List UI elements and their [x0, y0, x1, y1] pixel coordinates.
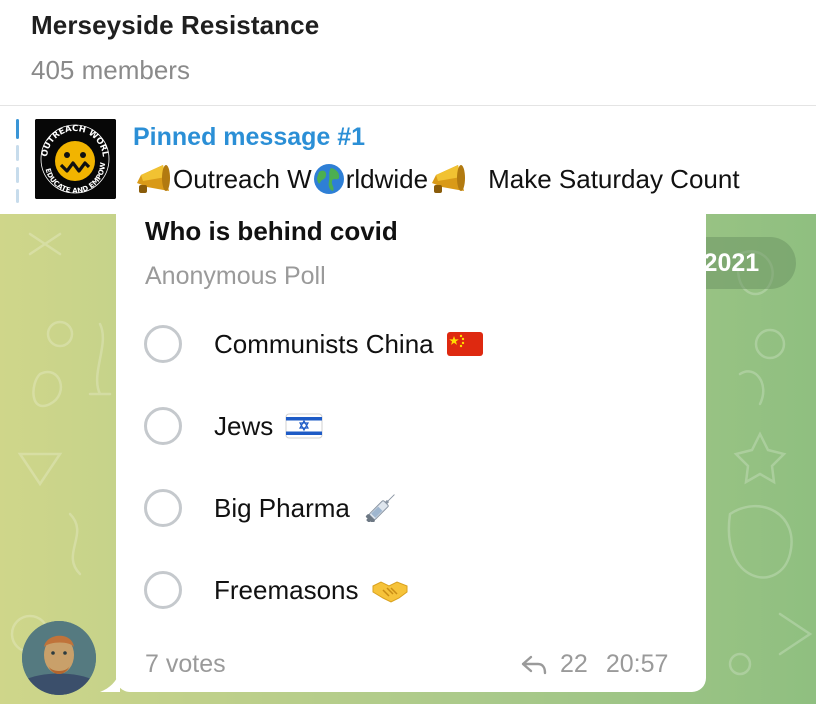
radio-button[interactable] [144, 571, 182, 609]
pinned-text-part2: rldwide [345, 163, 429, 194]
poll-message-bubble[interactable]: Who is behind covid Anonymous Poll Commu… [116, 196, 706, 692]
poll-option-label: Big Pharma [214, 492, 350, 523]
syringe-icon [365, 494, 395, 522]
radio-button[interactable] [144, 489, 182, 527]
outreach-worldwide-logo-icon: OUTREACH WORLDWIDE EDUCATE AND EMPOWER [35, 119, 116, 199]
poll-option-1[interactable]: Communists China [144, 322, 684, 366]
pinned-index-indicator [16, 119, 20, 203]
reply-arrow-icon[interactable] [520, 654, 548, 676]
message-time: 20:57 [605, 650, 669, 678]
reply-count: 22 [560, 650, 588, 678]
poll-option-3[interactable]: Big Pharma [144, 486, 684, 530]
poll-type-label: Anonymous Poll [145, 262, 326, 290]
poll-option-label: Communists China [214, 328, 434, 359]
pinned-text-part3: Make Saturday Count [488, 163, 740, 194]
megaphone-icon [432, 165, 466, 193]
poll-option-label: Freemasons [214, 574, 359, 605]
chat-title[interactable]: Merseyside Resistance [31, 10, 319, 41]
pinned-message-title: Pinned message #1 [133, 123, 366, 151]
message-meta: 22 20:57 [520, 650, 668, 679]
pinned-message-preview: Outreach W rldwide Make Saturday Count [133, 163, 740, 195]
radio-button[interactable] [144, 407, 182, 445]
globe-icon [313, 164, 344, 194]
megaphone-icon [137, 165, 170, 193]
pinned-thumbnail[interactable]: OUTREACH WORLDWIDE EDUCATE AND EMPOWER [35, 119, 116, 199]
portrait-avatar-icon [22, 621, 96, 695]
poll-question: Who is behind covid [145, 216, 398, 246]
poll-option-4[interactable]: Freemasons [144, 568, 684, 612]
china-flag-icon [446, 332, 483, 356]
chat-header[interactable]: Merseyside Resistance 405 members [0, 0, 816, 106]
israel-flag-icon [285, 413, 323, 439]
poll-option-2[interactable]: Jews [144, 404, 684, 448]
sender-avatar[interactable] [22, 621, 96, 695]
handshake-icon [372, 581, 407, 603]
poll-option-label: Jews [214, 410, 274, 441]
pinned-text-part1: Outreach W [173, 163, 312, 194]
radio-button[interactable] [144, 325, 182, 363]
poll-vote-count[interactable]: 7 votes [145, 650, 226, 679]
member-count: 405 members [31, 55, 190, 85]
